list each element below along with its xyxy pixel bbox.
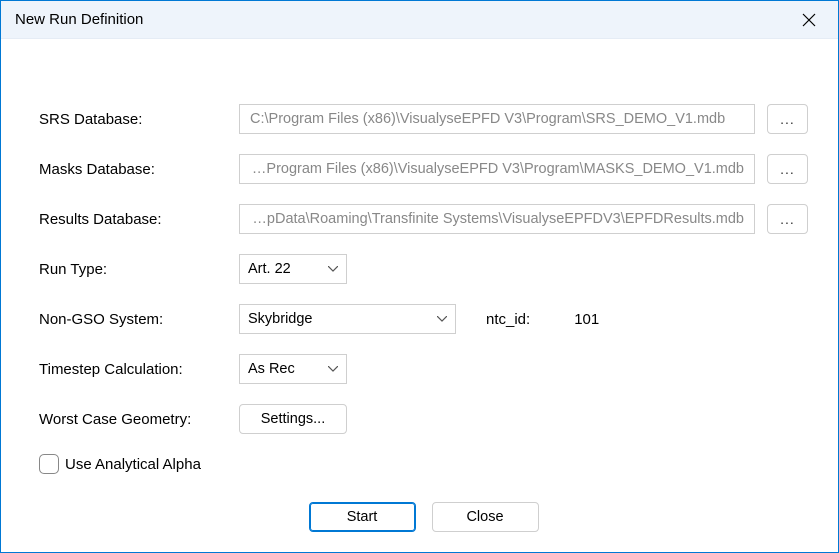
non-gso-select[interactable]: Skybridge	[239, 304, 456, 334]
analytical-alpha-checkbox[interactable]	[39, 454, 59, 474]
row-results-database: Results Database: ...	[39, 204, 808, 234]
ntc-id-value: 101	[574, 311, 599, 328]
non-gso-label: Non-GSO System:	[39, 311, 239, 328]
srs-database-label: SRS Database:	[39, 111, 239, 128]
dialog-content: SRS Database: ... Masks Database: ... Re…	[1, 39, 838, 552]
window-title: New Run Definition	[15, 11, 143, 28]
row-run-type: Run Type: Art. 22	[39, 254, 808, 284]
wcg-label: Worst Case Geometry:	[39, 411, 239, 428]
run-type-label: Run Type:	[39, 261, 239, 278]
analytical-alpha-label[interactable]: Use Analytical Alpha	[65, 456, 201, 473]
titlebar: New Run Definition	[1, 1, 838, 39]
close-icon[interactable]	[792, 6, 826, 34]
ntc-id-section: ntc_id: 101	[486, 311, 599, 328]
start-button[interactable]: Start	[309, 502, 416, 532]
row-srs-database: SRS Database: ...	[39, 104, 808, 134]
timestep-label: Timestep Calculation:	[39, 361, 239, 378]
ntc-id-label: ntc_id:	[486, 311, 530, 328]
srs-browse-button[interactable]: ...	[767, 104, 808, 134]
wcg-settings-button[interactable]: Settings...	[239, 404, 347, 434]
run-type-select[interactable]: Art. 22	[239, 254, 347, 284]
dialog-window: New Run Definition SRS Database: ... Mas…	[0, 0, 839, 553]
row-analytical-alpha: Use Analytical Alpha	[39, 454, 808, 474]
row-timestep: Timestep Calculation: As Rec	[39, 354, 808, 384]
masks-database-input[interactable]	[239, 154, 755, 184]
timestep-select[interactable]: As Rec	[239, 354, 347, 384]
close-button[interactable]: Close	[432, 502, 539, 532]
results-database-input[interactable]	[239, 204, 755, 234]
row-masks-database: Masks Database: ...	[39, 154, 808, 184]
results-database-label: Results Database:	[39, 211, 239, 228]
action-button-row: Start Close	[39, 502, 808, 532]
srs-database-input[interactable]	[239, 104, 755, 134]
masks-database-label: Masks Database:	[39, 161, 239, 178]
masks-browse-button[interactable]: ...	[767, 154, 808, 184]
row-worst-case-geometry: Worst Case Geometry: Settings...	[39, 404, 808, 434]
row-non-gso-system: Non-GSO System: Skybridge ntc_id: 101	[39, 304, 808, 334]
results-browse-button[interactable]: ...	[767, 204, 808, 234]
